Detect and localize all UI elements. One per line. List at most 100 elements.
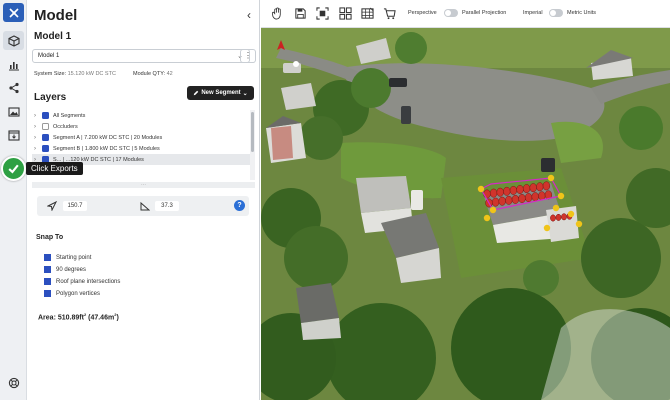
pencil-icon	[194, 90, 199, 96]
system-summary: System Size: 15.120 kW DC STC Module QTY…	[34, 71, 173, 77]
image-icon[interactable]	[3, 102, 24, 121]
units-toggle[interactable]	[549, 9, 563, 17]
collapse-panel-button[interactable]: ‹	[247, 8, 251, 22]
help-icon[interactable]: ?	[234, 200, 245, 211]
azimuth-field[interactable]: 150.7	[63, 201, 87, 211]
snapshot-icon[interactable]	[315, 6, 330, 21]
chevron-down-icon: ⌄	[242, 90, 248, 97]
system-size-label: System Size:	[34, 71, 67, 77]
area-readout: Area: 510.89ft2 (47.46m2)	[38, 312, 119, 321]
model-menu-button[interactable]: ⋮	[240, 49, 256, 63]
checkbox[interactable]	[44, 266, 51, 273]
chevron-right-icon[interactable]: ›	[34, 124, 42, 130]
vertex-handle[interactable]	[557, 192, 565, 200]
solar-panel[interactable]	[498, 196, 506, 206]
save-icon[interactable]	[293, 6, 308, 21]
pitch-field[interactable]: 37.3	[155, 201, 179, 211]
new-segment-button[interactable]: New Segment ⌄	[187, 86, 254, 100]
model-icon[interactable]	[3, 31, 24, 50]
export-icon[interactable]	[3, 125, 24, 144]
solar-panel[interactable]	[505, 195, 513, 205]
checkbox[interactable]	[44, 290, 51, 297]
solar-panel[interactable]	[524, 193, 533, 203]
solar-panel[interactable]	[509, 185, 518, 195]
vertex-handle[interactable]	[483, 214, 491, 222]
solar-panel[interactable]	[561, 213, 567, 221]
layer-label: Segment B | 1.800 kW DC STC | 5 Modules	[53, 145, 160, 152]
metric-units-label: Metric Units	[567, 10, 597, 16]
layer-row[interactable]: › Segment A | 7.200 kW DC STC | 20 Module…	[32, 132, 250, 143]
snap-90-degrees[interactable]: 90 degrees	[44, 265, 86, 274]
resize-handle[interactable]: ⋯	[32, 182, 255, 188]
snap-to-heading: Snap To	[36, 234, 64, 241]
grid-select-icon[interactable]	[338, 6, 353, 21]
chevron-right-icon[interactable]: ›	[34, 135, 42, 141]
logo-icon[interactable]	[3, 3, 24, 22]
vertex-handle[interactable]	[489, 206, 497, 214]
solar-panel[interactable]	[511, 194, 520, 204]
chevron-right-icon[interactable]: ›	[34, 146, 42, 152]
module-qty-label: Module QTY:	[132, 71, 166, 77]
solar-panel[interactable]	[518, 194, 526, 203]
projection-toggle[interactable]	[444, 9, 458, 17]
3d-map-view[interactable]	[261, 28, 670, 400]
chart-icon[interactable]	[3, 55, 24, 74]
solar-panel[interactable]	[491, 197, 500, 207]
chevron-right-icon[interactable]: ›	[34, 113, 42, 119]
vertex-handle[interactable]	[477, 185, 485, 193]
area-value: 510.89ft	[57, 314, 84, 322]
icon-rail	[0, 0, 27, 400]
checkbox[interactable]	[44, 254, 51, 261]
layer-checkbox[interactable]	[42, 123, 49, 130]
layers-scroll-thumb[interactable]	[251, 112, 254, 152]
perspective-label: Perspective	[408, 10, 437, 16]
area-close-paren: )	[116, 314, 119, 322]
layer-row[interactable]: › Segment B | 1.800 kW DC STC | 5 Modules	[32, 143, 250, 154]
layer-label: All Segments	[53, 112, 86, 119]
click-exports-tooltip: Click Exports	[26, 162, 83, 175]
solar-panel[interactable]	[496, 187, 504, 197]
vertex-handle[interactable]	[575, 220, 583, 228]
vertex-handle[interactable]	[543, 224, 551, 232]
solar-panel[interactable]	[531, 192, 539, 202]
solar-panel[interactable]	[542, 181, 551, 191]
solar-panel[interactable]	[550, 214, 556, 222]
layer-checkbox[interactable]	[42, 145, 49, 152]
solar-panel[interactable]	[536, 182, 544, 192]
layer-label: Segment A | 7.200 kW DC STC | 20 Modules	[53, 134, 163, 141]
model-select[interactable]: Model 1 ⌄	[32, 49, 250, 63]
checkbox[interactable]	[44, 278, 51, 285]
solar-panel[interactable]	[529, 183, 537, 193]
solar-panel[interactable]	[555, 213, 562, 221]
share-icon[interactable]	[3, 78, 24, 97]
support-icon[interactable]	[3, 373, 24, 392]
area-sup: 2	[83, 312, 87, 317]
solar-panel[interactable]	[483, 189, 491, 199]
vertex-handle[interactable]	[567, 210, 575, 218]
layer-row[interactable]: › All Segments	[32, 110, 250, 121]
solar-panel[interactable]	[489, 188, 498, 198]
solar-panel[interactable]	[538, 191, 546, 201]
snap-roof-plane-intersections[interactable]: Roof plane intersections	[44, 277, 120, 286]
system-size-value: 15.120 kW DC STC	[67, 71, 116, 77]
solar-panel[interactable]	[516, 185, 524, 194]
hand-icon[interactable]	[270, 6, 285, 21]
module-qty-value: 42	[166, 71, 173, 77]
kebab-menu-icon: ⋮	[244, 51, 252, 60]
vertex-handle[interactable]	[547, 174, 555, 182]
snap-starting-point[interactable]: Starting point	[44, 253, 91, 262]
pitch-icon	[140, 201, 150, 211]
aerial-scene	[261, 28, 670, 400]
new-segment-label: New Segment	[201, 90, 241, 96]
panel-grid-icon[interactable]	[360, 6, 375, 21]
azimuth-icon	[47, 201, 57, 211]
vertex-handle[interactable]	[552, 204, 560, 212]
snap-polygon-vertices[interactable]: Polygon vertices	[44, 289, 100, 298]
solar-panel[interactable]	[522, 184, 531, 194]
layer-checkbox[interactable]	[42, 134, 49, 141]
cart-icon[interactable]	[382, 6, 397, 21]
imperial-label: Imperial	[523, 10, 543, 16]
layer-checkbox[interactable]	[42, 112, 49, 119]
solar-panel[interactable]	[503, 186, 511, 196]
layer-row[interactable]: › Occluders	[32, 121, 250, 132]
